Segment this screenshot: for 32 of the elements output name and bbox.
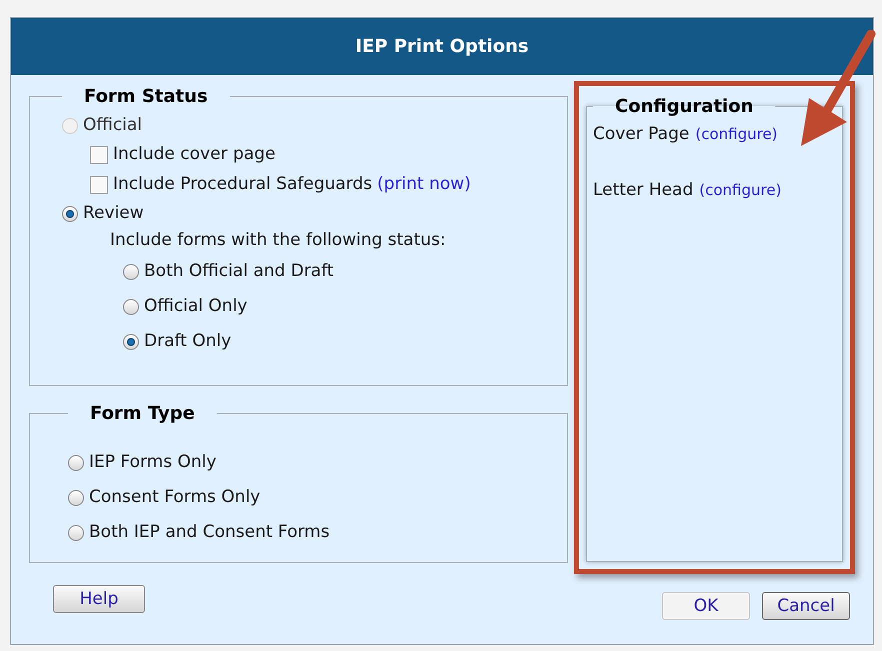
dialog-button[interactable]: Cancel (762, 592, 850, 620)
radio-label: Official Only (144, 294, 248, 318)
radio-label: Both Official and Draft (144, 260, 334, 283)
radio-label: Both IEP and Consent Forms (89, 520, 330, 544)
status-hint: Include forms with the following status: (109, 229, 447, 252)
radio-button[interactable] (68, 454, 84, 470)
config-label: Cover Page (593, 123, 690, 146)
checkbox-label: Include Procedural Safeguards (113, 173, 372, 196)
configure-link[interactable]: (configure) (695, 123, 778, 146)
radio-label: Consent Forms Only (89, 486, 260, 509)
dialog-button[interactable]: OK (662, 592, 750, 620)
group-title: Form Status (83, 85, 209, 109)
radio-button[interactable] (68, 490, 84, 506)
checkbox[interactable] (90, 176, 108, 194)
radio-button[interactable] (62, 206, 78, 222)
radio-label: IEP Forms Only (89, 450, 216, 474)
dialog-button[interactable]: Help (53, 585, 145, 613)
radio-label: Draft Only (144, 330, 232, 353)
radio-button[interactable] (68, 524, 84, 540)
radio-button[interactable] (123, 264, 139, 280)
checkbox-label: Include cover page (113, 143, 276, 166)
configure-link[interactable]: (configure) (699, 179, 782, 202)
radio-button[interactable] (123, 298, 139, 314)
group-title: Configuration (614, 95, 754, 119)
checkbox[interactable] (90, 146, 108, 164)
group-title: Form Type (89, 402, 196, 426)
config-label: Letter Head (593, 179, 694, 202)
radio-label: Official (83, 114, 142, 138)
radio-label: Review (83, 202, 144, 226)
radio-button[interactable] (123, 334, 139, 350)
print-now-link[interactable]: (print now) (377, 172, 471, 198)
window-title: IEP Print Options (355, 35, 529, 59)
